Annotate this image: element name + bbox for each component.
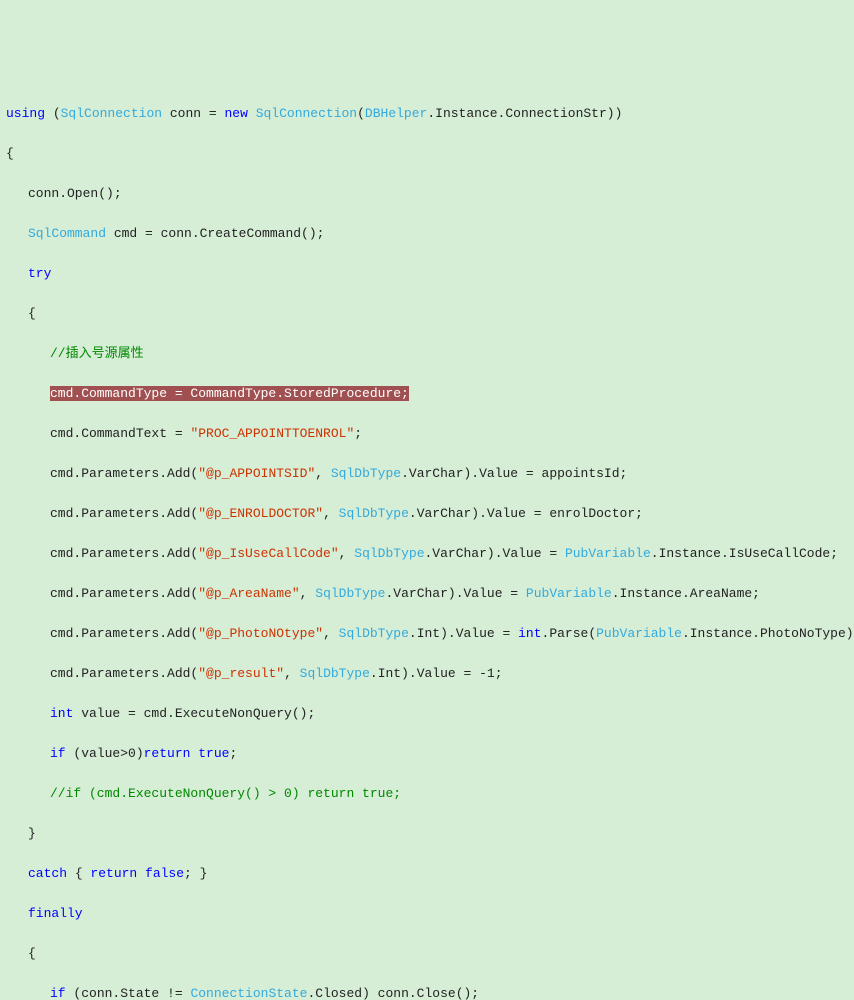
highlight-text: cmd.CommandType = CommandType.StoredProc… <box>50 386 409 401</box>
code-line: { <box>6 944 848 964</box>
code-line: using (SqlConnection conn = new SqlConne… <box>6 104 848 124</box>
code-line: cmd.Parameters.Add("@p_PhotoNOtype", Sql… <box>6 624 848 644</box>
text: , <box>323 626 339 641</box>
type: SqlDbType <box>331 466 401 481</box>
code-line: { <box>6 304 848 324</box>
code-line: catch { return false; } <box>6 864 848 884</box>
string: "@p_AreaName" <box>198 586 299 601</box>
type: SqlDbType <box>300 666 370 681</box>
keyword: return false <box>90 866 184 881</box>
code-block: using (SqlConnection conn = new SqlConne… <box>6 84 848 1000</box>
text: , <box>315 466 331 481</box>
code-line: if (conn.State != ConnectionState.Closed… <box>6 984 848 1000</box>
type: SqlConnection <box>256 106 357 121</box>
text: ; <box>354 426 362 441</box>
keyword: int <box>518 626 541 641</box>
text: cmd.Parameters.Add( <box>50 666 198 681</box>
text: cmd.Parameters.Add( <box>50 626 198 641</box>
code-line: cmd.Parameters.Add("@p_APPOINTSID", SqlD… <box>6 464 848 484</box>
text: (value>0) <box>66 746 144 761</box>
type: DBHelper <box>365 106 427 121</box>
code-line: conn.Open(); <box>6 184 848 204</box>
comment-line: //插入号源属性 <box>6 344 848 364</box>
type: SqlCommand <box>28 226 106 241</box>
keyword-new: new <box>224 106 255 121</box>
keyword: catch <box>28 866 67 881</box>
type: SqlDbType <box>339 506 409 521</box>
code-line: try <box>6 264 848 284</box>
code-line: cmd.Parameters.Add("@p_AreaName", SqlDbT… <box>6 584 848 604</box>
keyword: int <box>50 706 73 721</box>
code-line: if (value>0)return true; <box>6 744 848 764</box>
text: , <box>300 586 316 601</box>
keyword: return true <box>144 746 230 761</box>
text: .Instance.ConnectionStr)) <box>427 106 622 121</box>
text: cmd.Parameters.Add( <box>50 586 198 601</box>
string: "@p_PhotoNOtype" <box>198 626 323 641</box>
highlighted-line: cmd.CommandType = CommandType.StoredProc… <box>6 384 848 404</box>
text: .Instance.IsUseCallCode; <box>651 546 838 561</box>
text: cmd.Parameters.Add( <box>50 466 198 481</box>
text: cmd.Parameters.Add( <box>50 506 198 521</box>
comment-line: //if (cmd.ExecuteNonQuery() > 0) return … <box>6 784 848 804</box>
keyword-using: using <box>6 106 53 121</box>
text: .VarChar).Value = enrolDoctor; <box>409 506 643 521</box>
type: PubVariable <box>596 626 682 641</box>
text: .Int).Value = -1; <box>370 666 503 681</box>
text: .VarChar).Value = <box>385 586 525 601</box>
text: cmd.CommandText = <box>50 426 190 441</box>
text: ( <box>357 106 365 121</box>
type: SqlDbType <box>339 626 409 641</box>
text: .VarChar).Value = appointsId; <box>401 466 627 481</box>
text: , <box>323 506 339 521</box>
text: (conn.State != <box>66 986 191 1000</box>
text: .Int).Value = <box>409 626 518 641</box>
type: PubVariable <box>565 546 651 561</box>
text: { <box>67 866 90 881</box>
code-line: int value = cmd.ExecuteNonQuery(); <box>6 704 848 724</box>
keyword: if <box>50 746 66 761</box>
string: "@p_IsUseCallCode" <box>198 546 338 561</box>
code-line: { <box>6 144 848 164</box>
text: , <box>284 666 300 681</box>
keyword: if <box>50 986 66 1000</box>
text: cmd = conn.CreateCommand(); <box>106 226 324 241</box>
text: conn = <box>162 106 224 121</box>
type: ConnectionState <box>190 986 307 1000</box>
type: SqlDbType <box>354 546 424 561</box>
text: cmd.Parameters.Add( <box>50 546 198 561</box>
text: .Closed) conn.Close(); <box>307 986 479 1000</box>
code-line: cmd.Parameters.Add("@p_ENROLDOCTOR", Sql… <box>6 504 848 524</box>
string: "@p_ENROLDOCTOR" <box>198 506 323 521</box>
code-line: SqlCommand cmd = conn.CreateCommand(); <box>6 224 848 244</box>
text: .VarChar).Value = <box>425 546 565 561</box>
string: "@p_APPOINTSID" <box>198 466 315 481</box>
text: , <box>339 546 355 561</box>
type: SqlConnection <box>61 106 162 121</box>
string: "PROC_APPOINTTOENROL" <box>190 426 354 441</box>
text: ; <box>229 746 237 761</box>
type: SqlDbType <box>315 586 385 601</box>
code-line: finally <box>6 904 848 924</box>
type: PubVariable <box>526 586 612 601</box>
text: ( <box>53 106 61 121</box>
text: value = cmd.ExecuteNonQuery(); <box>73 706 315 721</box>
code-line: } <box>6 824 848 844</box>
text: ; } <box>184 866 207 881</box>
code-line: cmd.Parameters.Add("@p_IsUseCallCode", S… <box>6 544 848 564</box>
text: .Parse( <box>542 626 597 641</box>
text: .Instance.PhotoNoType); <box>682 626 854 641</box>
text: .Instance.AreaName; <box>612 586 760 601</box>
code-line: cmd.Parameters.Add("@p_result", SqlDbTyp… <box>6 664 848 684</box>
code-line: cmd.CommandText = "PROC_APPOINTTOENROL"; <box>6 424 848 444</box>
string: "@p_result" <box>198 666 284 681</box>
